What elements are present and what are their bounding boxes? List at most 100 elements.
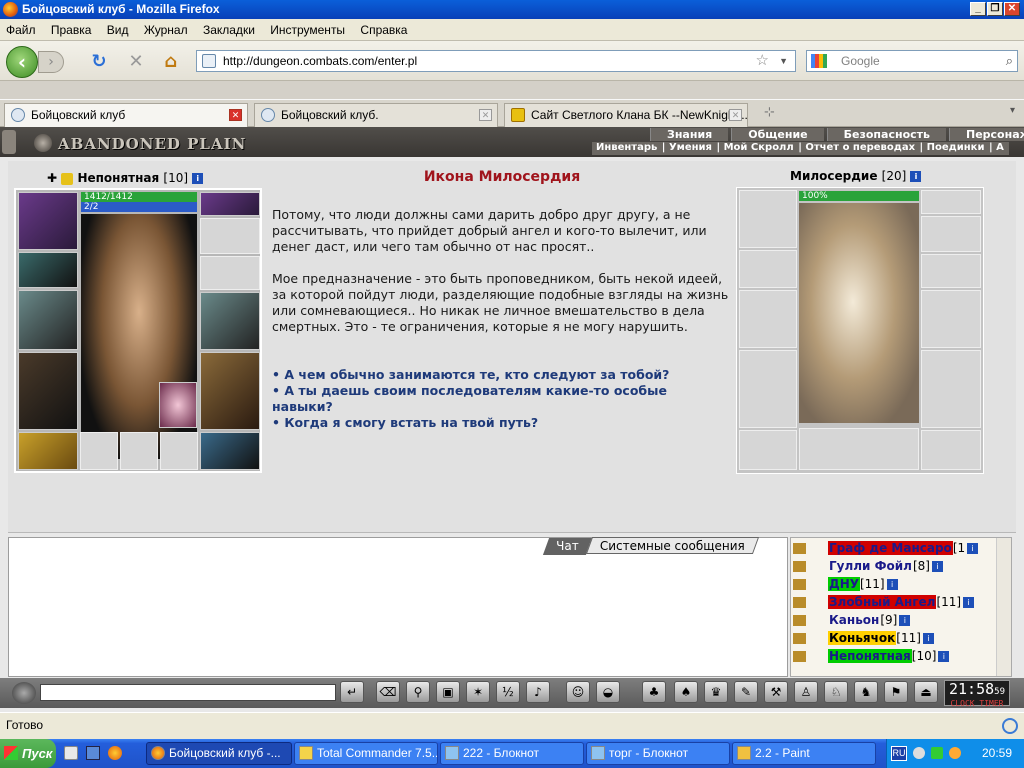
fighter-icon[interactable]: ✶ bbox=[466, 681, 490, 703]
menu-knowledge[interactable]: Знания bbox=[650, 128, 729, 141]
user-row[interactable]: Каньон[9] i bbox=[791, 612, 911, 629]
submenu-inventory[interactable]: Инвентарь bbox=[596, 142, 657, 153]
eraser-icon[interactable]: ⌫ bbox=[376, 681, 400, 703]
tab-fight-club-2[interactable]: Бойцовский клуб. ✕ bbox=[254, 103, 498, 127]
tab-system-messages[interactable]: Системные сообщения bbox=[585, 537, 759, 554]
pet-slot[interactable] bbox=[159, 382, 197, 428]
private-message-icon[interactable] bbox=[793, 651, 806, 662]
menu-history[interactable]: Журнал bbox=[138, 19, 194, 41]
filter-icon[interactable]: ⚲ bbox=[406, 681, 430, 703]
send-icon[interactable]: ↵ bbox=[340, 681, 364, 703]
user-row[interactable]: Гулли Фойл[8] i bbox=[791, 558, 943, 575]
menu-view[interactable]: Вид bbox=[101, 19, 135, 41]
group-icon[interactable]: ♘ bbox=[824, 681, 848, 703]
forward-button[interactable]: › bbox=[38, 51, 64, 73]
menu-tools[interactable]: Инструменты bbox=[264, 19, 351, 41]
npc-info-icon[interactable]: i bbox=[910, 171, 922, 182]
user-name[interactable]: Каньон bbox=[828, 613, 880, 627]
menu-edit[interactable]: Правка bbox=[45, 19, 98, 41]
user-info-icon[interactable]: i bbox=[899, 615, 911, 626]
helmet-slot[interactable] bbox=[18, 192, 78, 250]
user-name[interactable]: Непонятная bbox=[828, 649, 912, 663]
user-name[interactable]: Граф де Мансаро bbox=[828, 541, 953, 555]
tab-list-icon[interactable]: ▾ bbox=[1010, 105, 1015, 116]
weapon-right-slot[interactable] bbox=[200, 292, 260, 350]
ring-slot-2[interactable] bbox=[120, 432, 158, 470]
language-indicator[interactable]: RU bbox=[891, 746, 907, 761]
user-info-icon[interactable]: i bbox=[963, 597, 975, 608]
private-message-icon[interactable] bbox=[793, 579, 806, 590]
scroll-icon[interactable]: ✎ bbox=[734, 681, 758, 703]
helmet-icon[interactable]: ◒ bbox=[596, 681, 620, 703]
weapon-left-slot[interactable] bbox=[18, 290, 78, 350]
user-row[interactable]: Коньячок[11] i bbox=[791, 630, 934, 647]
user-info-icon[interactable]: i bbox=[967, 543, 979, 554]
search-input[interactable]: Google ⌕ bbox=[806, 50, 1018, 72]
smile-face-icon[interactable] bbox=[12, 682, 36, 704]
maximize-button[interactable]: ❐ bbox=[987, 2, 1003, 16]
tab-fight-club[interactable]: Бойцовский клуб ✕ bbox=[4, 103, 248, 127]
menu-communication[interactable]: Общение bbox=[731, 128, 824, 141]
reload-icon[interactable]: ↻ bbox=[88, 51, 110, 73]
bracers-slot[interactable] bbox=[18, 252, 78, 288]
taskbar-item-firefox[interactable]: Бойцовский клуб -... bbox=[146, 742, 292, 765]
user-info-icon[interactable]: i bbox=[931, 561, 943, 572]
smiley-icon[interactable]: ☺ bbox=[566, 681, 590, 703]
quicklaunch-save-icon[interactable] bbox=[86, 746, 100, 760]
private-message-icon[interactable] bbox=[793, 561, 806, 572]
menu-character[interactable]: Персонаж bbox=[949, 128, 1024, 141]
taskbar-item-total-commander[interactable]: Total Commander 7.5... bbox=[294, 742, 438, 765]
user-info-icon[interactable]: i bbox=[922, 633, 934, 644]
submenu-more[interactable]: А bbox=[996, 142, 1004, 153]
private-message-icon[interactable] bbox=[793, 543, 806, 554]
user-name[interactable]: Коньячок bbox=[828, 631, 897, 645]
private-message-icon[interactable] bbox=[793, 633, 806, 644]
user-info-icon[interactable]: i bbox=[938, 651, 950, 662]
bookmark-star-icon[interactable]: ☆ bbox=[756, 51, 769, 71]
submenu-my-scroll[interactable]: Мой Скролл bbox=[724, 142, 794, 153]
gloves-slot[interactable] bbox=[200, 256, 260, 290]
user-row[interactable]: ДНУ[11] i bbox=[791, 576, 898, 593]
submenu-transfers[interactable]: Отчет о переводах bbox=[805, 142, 915, 153]
search-icon[interactable]: ⌕ bbox=[1006, 51, 1013, 71]
taskbar-item-notepad-222[interactable]: 222 - Блокнот bbox=[440, 742, 584, 765]
start-button[interactable]: Пуск bbox=[0, 739, 56, 768]
stop-icon[interactable]: ✕ bbox=[125, 51, 147, 73]
dialog-option-skills[interactable]: • А ты даешь своим последователям какие-… bbox=[272, 383, 732, 415]
player-info-icon[interactable]: i bbox=[192, 173, 204, 184]
hammer-icon[interactable]: ⚒ bbox=[764, 681, 788, 703]
home-icon[interactable]: ⌂ bbox=[160, 51, 182, 73]
user-info-icon[interactable]: i bbox=[886, 579, 898, 590]
speed-icon[interactable]: ½ bbox=[496, 681, 520, 703]
minimize-button[interactable]: _ bbox=[970, 2, 986, 16]
user-row[interactable]: Непонятная[10] i bbox=[791, 648, 950, 665]
user-row[interactable]: Граф де Мансаро[1 i bbox=[791, 540, 979, 557]
menu-help[interactable]: Справка bbox=[354, 19, 413, 41]
tab-chat[interactable]: Чат bbox=[542, 538, 592, 555]
pants-slot[interactable] bbox=[200, 352, 260, 430]
close-button[interactable]: ✕ bbox=[1004, 2, 1020, 16]
tray-app-icon[interactable] bbox=[949, 747, 961, 759]
menu-file[interactable]: Файл bbox=[0, 19, 42, 41]
back-button[interactable]: ‹ bbox=[6, 46, 38, 78]
earrings-slot[interactable] bbox=[200, 218, 260, 254]
menu-bookmarks[interactable]: Закладки bbox=[197, 19, 261, 41]
tray-network-icon[interactable] bbox=[931, 747, 943, 759]
user-name[interactable]: Гулли Фойл bbox=[828, 559, 913, 573]
sound-icon[interactable]: ♪ bbox=[526, 681, 550, 703]
chat-area[interactable] bbox=[8, 537, 788, 677]
boots-slot[interactable] bbox=[200, 432, 260, 470]
party-icon[interactable]: ♞ bbox=[854, 681, 878, 703]
exit-icon[interactable]: ⏏ bbox=[914, 681, 938, 703]
quicklaunch-ie-icon[interactable] bbox=[64, 746, 78, 760]
figure-icon[interactable]: ♙ bbox=[794, 681, 818, 703]
taskbar-item-notepad-torg[interactable]: торг - Блокнот bbox=[586, 742, 730, 765]
tab-clan-site[interactable]: Сайт Светлого Клана БК --NewKnight... ✕ bbox=[504, 103, 748, 127]
ring-slot-3[interactable] bbox=[160, 432, 198, 470]
user-row[interactable]: Злобный Ангел[11] i bbox=[791, 594, 975, 611]
tray-arrow-icon[interactable] bbox=[913, 747, 925, 759]
url-dropdown-icon[interactable]: ▼ bbox=[779, 51, 788, 71]
amulet-slot[interactable] bbox=[200, 192, 260, 216]
player-name[interactable]: Непонятная bbox=[77, 171, 159, 185]
tab-close-icon[interactable]: ✕ bbox=[729, 109, 742, 121]
